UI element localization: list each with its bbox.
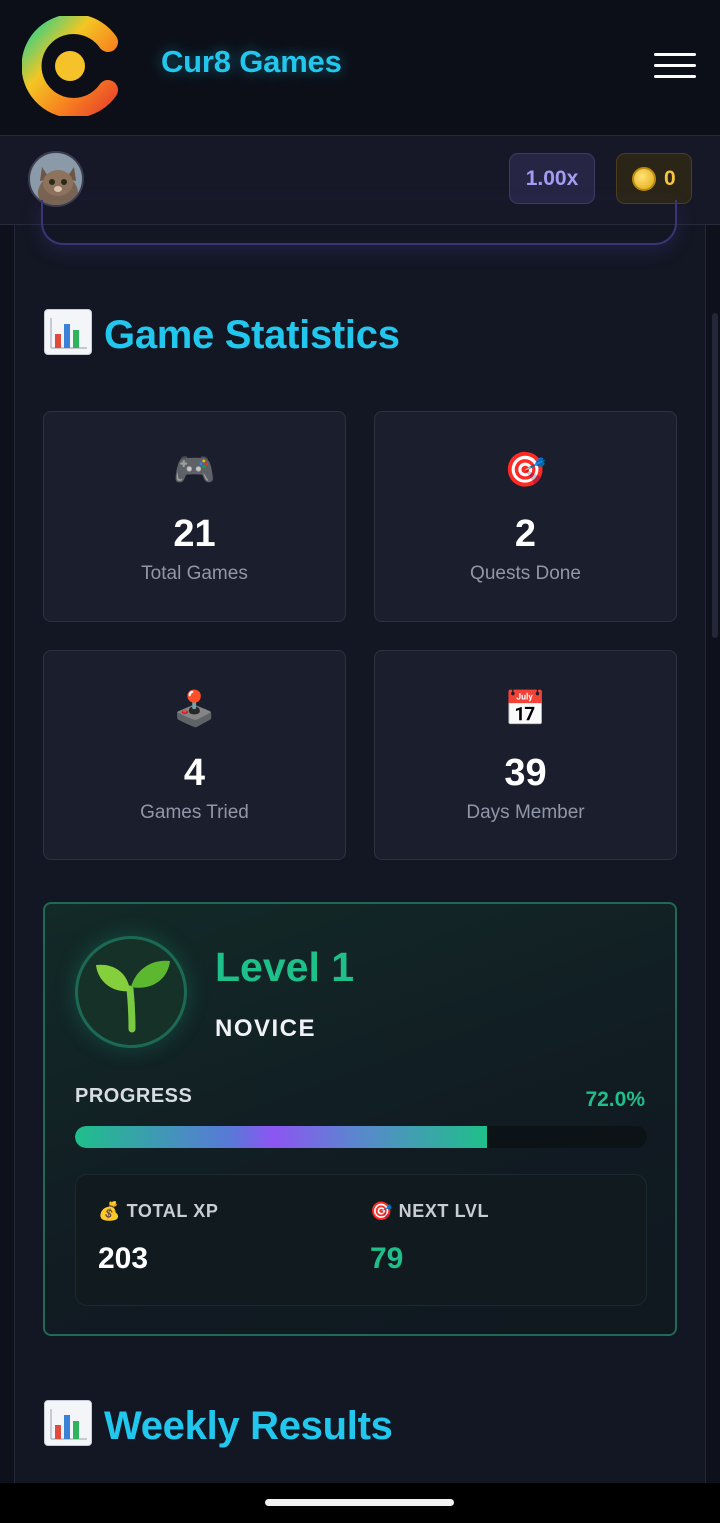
section-title-text: Weekly Results	[104, 1404, 393, 1448]
progress-label: PROGRESS	[75, 1085, 193, 1107]
previous-card-edge	[41, 200, 677, 245]
coin-balance[interactable]: 0	[616, 153, 692, 204]
progress-percent: 72.0%	[585, 1088, 645, 1111]
progress-bar	[75, 1126, 647, 1148]
bar-chart-icon	[44, 309, 92, 355]
next-level-label: 🎯 NEXT LVL	[370, 1201, 490, 1221]
xp-summary: 💰 TOTAL XP 203 🎯 NEXT LVL 79	[75, 1174, 647, 1306]
game-statistics-title: Game Statistics	[44, 309, 400, 358]
game-controller-icon: 🎮	[173, 451, 216, 489]
stat-value: 2	[514, 513, 537, 555]
app-header: Cur8 Games	[0, 0, 720, 136]
stat-label: Total Games	[141, 563, 248, 584]
cat-avatar-icon[interactable]	[28, 151, 84, 207]
stat-value: 4	[183, 752, 206, 794]
progress-bar-fill	[75, 1126, 487, 1148]
weekly-results-title: Weekly Results	[44, 1400, 393, 1449]
stat-card-games-tried: 🕹️ 4 Games Tried	[43, 650, 346, 860]
joystick-icon: 🕹️	[173, 690, 216, 728]
level-rank: NOVICE	[215, 1015, 317, 1042]
target-icon: 🎯	[370, 1201, 394, 1221]
coin-count: 0	[664, 167, 676, 190]
level-card: Level 1 NOVICE PROGRESS 72.0% 💰 TOTAL XP…	[43, 902, 677, 1336]
next-level-value: 79	[370, 1242, 404, 1275]
stat-label: Games Tried	[140, 802, 249, 823]
total-xp-value: 203	[98, 1242, 149, 1275]
sprout-icon	[75, 936, 187, 1048]
scrollbar[interactable]	[712, 313, 718, 638]
total-xp-label: 💰 TOTAL XP	[98, 1201, 219, 1221]
stat-card-total-games: 🎮 21 Total Games	[43, 411, 346, 622]
home-gesture-handle[interactable]	[265, 1499, 454, 1506]
section-title-text: Game Statistics	[104, 313, 400, 357]
multiplier-badge[interactable]: 1.00x	[509, 153, 595, 204]
bar-chart-icon	[44, 1400, 92, 1446]
stat-label: Days Member	[466, 802, 585, 823]
target-icon: 🎯	[504, 451, 547, 489]
money-bag-icon: 💰	[98, 1201, 122, 1221]
stat-value: 39	[504, 752, 547, 794]
stat-label: Quests Done	[470, 563, 581, 584]
hamburger-menu-icon[interactable]	[654, 51, 698, 79]
stat-card-quests-done: 🎯 2 Quests Done	[374, 411, 677, 622]
system-navigation-bar	[0, 1483, 720, 1523]
brand-name[interactable]: Cur8 Games	[161, 44, 342, 80]
stat-value: 21	[173, 513, 216, 555]
calendar-icon: 📅	[504, 690, 547, 728]
level-title: Level 1	[215, 944, 355, 990]
stat-card-days-member: 📅 39 Days Member	[374, 650, 677, 860]
coin-icon	[632, 167, 656, 191]
cur8-logo-icon[interactable]	[22, 16, 118, 116]
